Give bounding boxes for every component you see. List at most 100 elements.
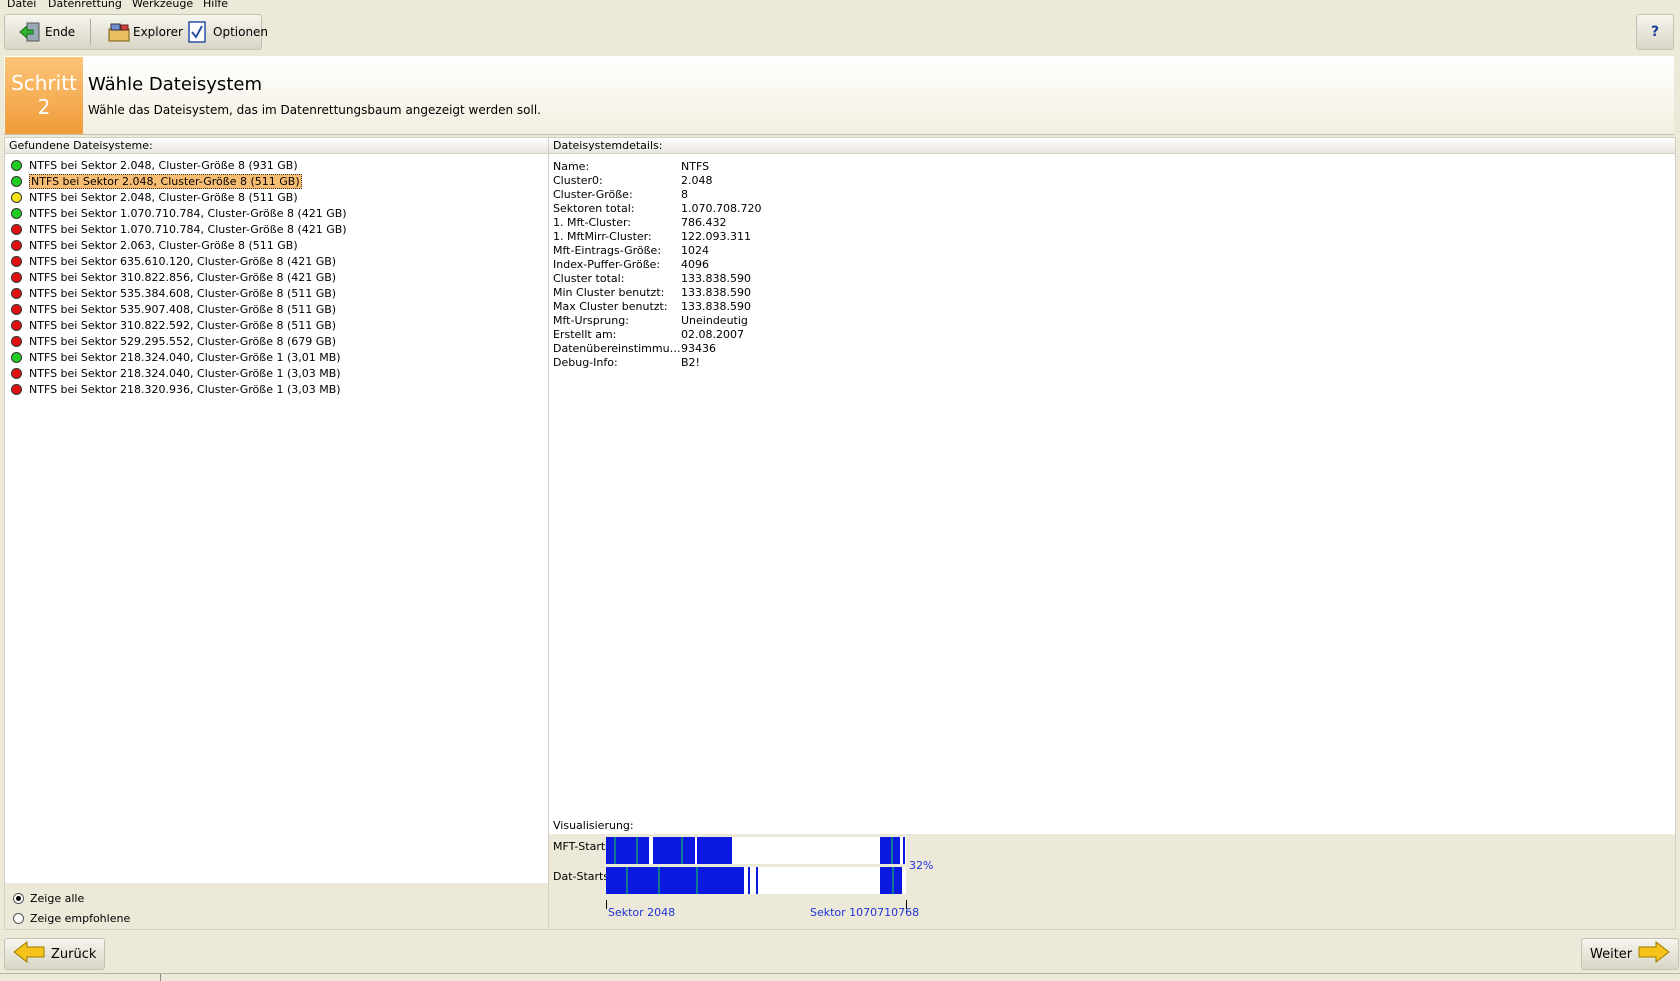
filesystem-item[interactable]: NTFS bei Sektor 218.324.040, Cluster-Grö…: [5, 350, 548, 366]
detail-value: 4096: [681, 258, 709, 271]
status-red-icon: [11, 320, 22, 331]
detail-row: Mft-Eintrags-Größe: 1024: [553, 244, 761, 258]
bar-segment: [756, 867, 758, 894]
status-red-icon: [11, 336, 22, 347]
status-yellow-icon: [11, 192, 22, 203]
bar-segment: [697, 837, 732, 864]
detail-value: 133.838.590: [681, 300, 751, 313]
detail-key: Debug-Info:: [553, 356, 618, 369]
detail-value: 2.048: [681, 174, 713, 187]
filesystem-item[interactable]: NTFS bei Sektor 310.822.856, Cluster-Grö…: [5, 270, 548, 286]
exit-icon: [19, 21, 41, 43]
detail-value: NTFS: [681, 160, 710, 173]
dat-starts-label: Dat-Starts:: [553, 870, 613, 883]
filesystem-item[interactable]: NTFS bei Sektor 635.610.120, Cluster-Grö…: [5, 254, 548, 270]
detail-row: Cluster total: 133.838.590: [553, 272, 761, 286]
filesystem-item[interactable]: NTFS bei Sektor 529.295.552, Cluster-Grö…: [5, 334, 548, 350]
bar-segment: [748, 867, 750, 894]
filesystem-item[interactable]: NTFS bei Sektor 310.822.592, Cluster-Grö…: [5, 318, 548, 334]
help-button[interactable]: ?: [1636, 14, 1674, 50]
detail-key: Mft-Eintrags-Größe:: [553, 244, 662, 257]
status-red-icon: [11, 384, 22, 395]
step-number: 2: [37, 95, 51, 119]
status-red-icon: [11, 240, 22, 251]
filesystem-item[interactable]: NTFS bei Sektor 2.048, Cluster-Größe 8 (…: [5, 190, 548, 206]
menu-bar: Datei Datenrettung Werkzeuge Hilfe: [0, 0, 1680, 11]
radio-unselected-icon: [13, 912, 24, 924]
arrow-left-icon: [13, 940, 45, 967]
details-heading: Dateisystemdetails:: [549, 138, 1675, 154]
bar-segment: [658, 867, 660, 894]
detail-row: Sektoren total: 1.070.708.720: [553, 202, 761, 216]
bar-segment: [892, 867, 894, 894]
filter-options: Zeige alle Zeige empfohlene: [5, 883, 548, 929]
filesystem-item-label: NTFS bei Sektor 2.048, Cluster-Größe 8 (…: [29, 174, 302, 189]
detail-key: Index-Puffer-Größe:: [553, 258, 661, 271]
step-header: Schritt 2 Wähle Dateisystem Wähle das Da…: [4, 56, 1674, 135]
filesystem-item-label: NTFS bei Sektor 2.063, Cluster-Größe 8 (…: [29, 239, 298, 252]
menu-data-recovery[interactable]: Datenrettung: [48, 0, 122, 11]
bar-segment: [636, 837, 638, 864]
radio-show-recommended[interactable]: Zeige empfohlene: [13, 909, 130, 927]
detail-key: Erstellt am:: [553, 328, 617, 341]
filesystem-item-label: NTFS bei Sektor 2.048, Cluster-Größe 8 (…: [29, 159, 298, 172]
filesystem-item-label: NTFS bei Sektor 218.324.040, Cluster-Grö…: [29, 367, 341, 380]
detail-value: 133.838.590: [681, 272, 751, 285]
options-button[interactable]: Optionen: [181, 15, 274, 49]
checklist-icon: [187, 21, 209, 43]
filesystem-item[interactable]: NTFS bei Sektor 535.384.608, Cluster-Grö…: [5, 286, 548, 302]
detail-row: Index-Puffer-Größe: 4096: [553, 258, 761, 272]
filesystem-item[interactable]: NTFS bei Sektor 535.907.408, Cluster-Grö…: [5, 302, 548, 318]
status-green-icon: [11, 208, 22, 219]
filesystem-list-heading: Gefundene Dateisysteme:: [5, 138, 548, 154]
menu-help[interactable]: Hilfe: [203, 0, 228, 11]
filesystem-item-label: NTFS bei Sektor 529.295.552, Cluster-Grö…: [29, 335, 337, 348]
bar-segment: [696, 867, 698, 894]
filesystem-item-label: NTFS bei Sektor 635.610.120, Cluster-Grö…: [29, 255, 337, 268]
step-word: Schritt: [11, 71, 77, 95]
status-green-icon: [11, 160, 22, 171]
filesystem-item[interactable]: NTFS bei Sektor 218.324.040, Cluster-Grö…: [5, 366, 548, 382]
status-red-icon: [11, 256, 22, 267]
explorer-button[interactable]: Explorer: [101, 15, 189, 49]
page-subtitle: Wähle das Dateisystem, das im Datenrettu…: [88, 103, 541, 117]
back-button[interactable]: Zurück: [4, 938, 106, 970]
filesystem-item-label: NTFS bei Sektor 310.822.592, Cluster-Grö…: [29, 319, 337, 332]
detail-value: Uneindeutig: [681, 314, 748, 327]
options-label: Optionen: [213, 25, 269, 39]
filesystem-item[interactable]: NTFS bei Sektor 218.320.936, Cluster-Grö…: [5, 382, 548, 398]
explorer-icon: [107, 21, 130, 43]
bar-segment: [626, 867, 628, 894]
detail-key: Min Cluster benutzt:: [553, 286, 665, 299]
filesystem-item[interactable]: NTFS bei Sektor 2.048, Cluster-Größe 8 (…: [5, 158, 548, 174]
filesystem-list-panel: Gefundene Dateisysteme: NTFS bei Sektor …: [4, 137, 549, 930]
menu-file[interactable]: Datei: [7, 0, 36, 11]
detail-value: 93436: [681, 342, 716, 355]
detail-row: Debug-Info: B2!: [553, 356, 761, 370]
exit-button[interactable]: Ende: [13, 15, 81, 49]
radio-show-all-label: Zeige alle: [30, 891, 85, 905]
detail-row: Name: NTFS: [553, 160, 761, 174]
next-label: Weiter: [1590, 946, 1633, 962]
filesystem-item[interactable]: NTFS bei Sektor 1.070.710.784, Cluster-G…: [5, 206, 548, 222]
filesystem-item[interactable]: NTFS bei Sektor 1.070.710.784, Cluster-G…: [5, 222, 548, 238]
filesystem-item[interactable]: NTFS bei Sektor 2.063, Cluster-Größe 8 (…: [5, 238, 548, 254]
detail-key: Cluster total:: [553, 272, 625, 285]
next-button[interactable]: Weiter: [1581, 938, 1680, 970]
radio-selected-icon: [13, 892, 24, 904]
details-list: Name: NTFS Cluster0: 2.048 Cluster-Größe: 8 Se…: [553, 160, 761, 370]
axis-start-label: Sektor 2048: [608, 906, 676, 919]
detail-value: 1.070.708.720: [681, 202, 762, 215]
mft-starts-bar: [606, 837, 906, 864]
detail-row: Max Cluster benutzt: 133.838.590: [553, 300, 761, 314]
visualization-percent: 32%: [909, 859, 934, 872]
detail-row: Cluster0: 2.048: [553, 174, 761, 188]
bar-segment: [880, 837, 900, 864]
radio-show-all[interactable]: Zeige alle: [13, 889, 84, 907]
filesystem-item[interactable]: NTFS bei Sektor 2.048, Cluster-Größe 8 (…: [5, 174, 548, 190]
status-green-icon: [11, 352, 22, 363]
status-red-icon: [11, 224, 22, 235]
filesystem-item-label: NTFS bei Sektor 2.048, Cluster-Größe 8 (…: [29, 191, 298, 204]
filesystem-item-label: NTFS bei Sektor 1.070.710.784, Cluster-G…: [29, 223, 347, 236]
menu-tools[interactable]: Werkzeuge: [132, 0, 193, 11]
